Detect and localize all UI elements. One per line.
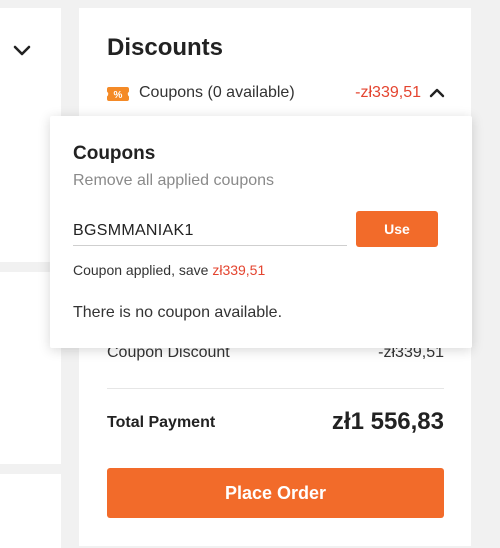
coupon-tag-icon: %	[107, 87, 129, 101]
place-order-button[interactable]: Place Order	[107, 468, 444, 518]
coupons-label: Coupons (0 available)	[139, 84, 295, 101]
coupon-applied-text: Coupon applied, save	[73, 262, 213, 278]
chevron-down-icon[interactable]	[12, 44, 32, 58]
no-coupon-message: There is no coupon available.	[73, 304, 283, 321]
svg-text:%: %	[114, 90, 123, 101]
remove-all-coupons-link[interactable]: Remove all applied coupons	[73, 172, 274, 190]
use-coupon-button[interactable]: Use	[356, 211, 438, 247]
summary-divider	[107, 388, 444, 389]
coupon-applied-message: Coupon applied, save zł339,51	[73, 262, 265, 278]
coupons-popup-title: Coupons	[73, 143, 156, 164]
total-payment-label: Total Payment	[107, 414, 216, 431]
discounts-title: Discounts	[107, 34, 224, 61]
coupon-code-input[interactable]	[73, 216, 347, 246]
coupons-toggle[interactable]: % Coupons (0 available) -zł339,51	[107, 84, 445, 104]
coupon-applied-amount: zł339,51	[212, 262, 266, 278]
coupons-discount-amount: -zł339,51	[355, 84, 421, 101]
left-panel-bottom	[0, 474, 61, 548]
coupons-popup: Coupons Remove all applied coupons Use C…	[50, 116, 472, 348]
chevron-up-icon[interactable]	[429, 87, 445, 99]
total-payment-value: zł1 556,83	[331, 408, 444, 435]
